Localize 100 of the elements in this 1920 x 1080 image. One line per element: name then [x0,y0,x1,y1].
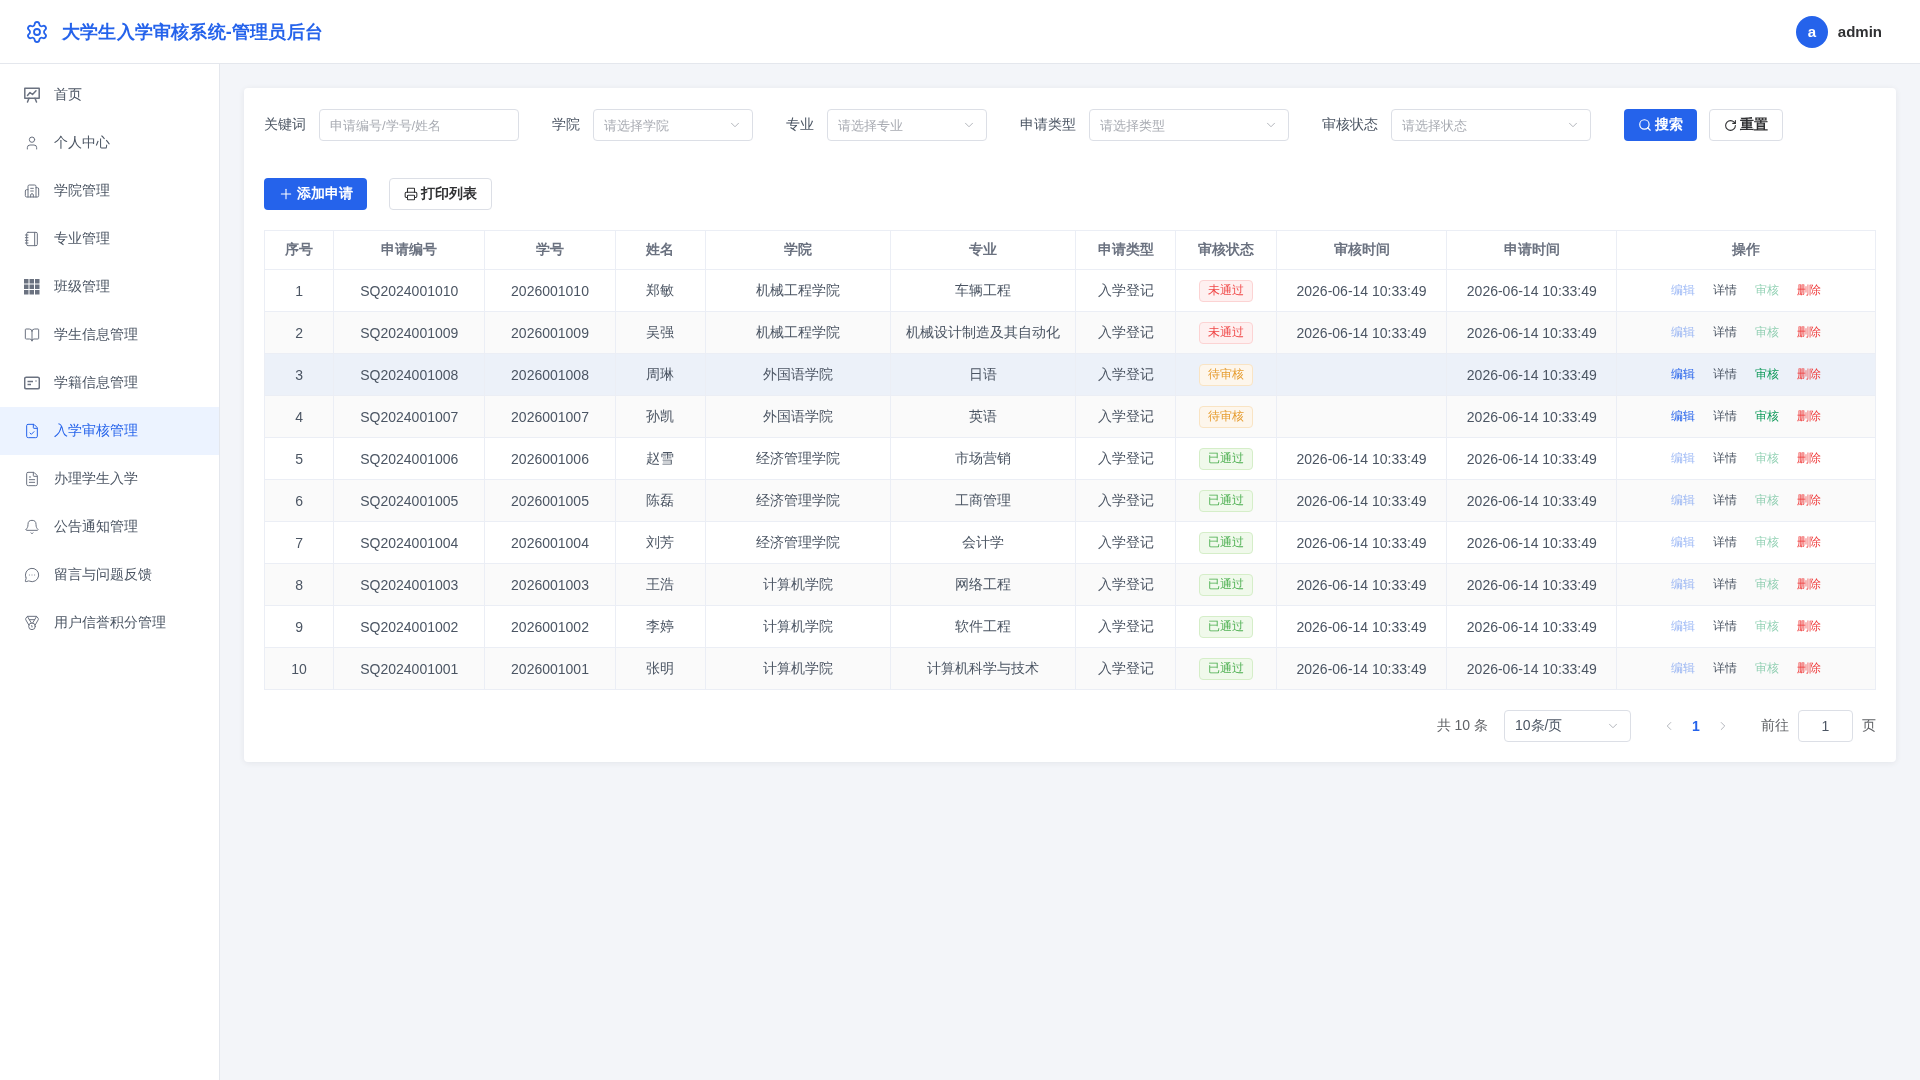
table-cell: 入学登记 [1076,353,1176,396]
column-header: 序号 [264,230,334,270]
details-link[interactable]: 详情 [1713,618,1738,635]
column-header: 操作 [1616,230,1876,270]
table-cell: 2026-06-14 10:33:49 [1446,269,1617,312]
column-header: 申请时间 [1446,230,1617,270]
delete-link[interactable]: 删除 [1797,576,1822,593]
delete-link[interactable]: 删除 [1797,660,1822,677]
printer-icon [404,187,418,201]
table-cell: 市场营销 [890,437,1076,480]
card-icon [24,375,40,391]
table-cell: 2026-06-14 10:33:49 [1276,563,1447,606]
details-link[interactable]: 详情 [1713,450,1738,467]
goto-label: 前往 [1761,717,1789,735]
status-tag: 待审核 [1198,363,1253,386]
table-cell: 2026-06-14 10:33:49 [1446,395,1617,438]
review-link[interactable]: 审核 [1755,408,1780,425]
table-cell: 计算机学院 [705,647,891,690]
table-cell: 计算机学院 [705,605,891,648]
sidebar-item[interactable]: 入学审核管理 [0,407,219,455]
delete-link[interactable]: 删除 [1797,408,1822,425]
details-link[interactable]: 详情 [1713,408,1738,425]
college-select[interactable]: 请选择学院 [593,109,753,141]
table-cell: 孙凯 [615,395,706,438]
type-select[interactable]: 请选择类型 [1089,109,1289,141]
table-cell: 计算机学院 [705,563,891,606]
review-link[interactable]: 审核 [1755,366,1780,383]
delete-link[interactable]: 删除 [1797,618,1822,635]
table-cell: 2026-06-14 10:33:49 [1276,521,1447,564]
table-cell: 郑敏 [615,269,706,312]
column-header: 专业 [890,230,1076,270]
details-link[interactable]: 详情 [1713,660,1738,677]
table-cell: 外国语学院 [705,353,891,396]
table-cell: 2026-06-14 10:33:49 [1446,479,1617,522]
table-cell: 9 [264,605,334,648]
page-size-select[interactable]: 10条/页 [1504,710,1631,742]
details-link[interactable]: 详情 [1713,366,1738,383]
delete-link[interactable]: 删除 [1797,492,1822,509]
table-cell: 会计学 [890,521,1076,564]
status-tag: 已通过 [1198,447,1253,470]
table-cell: 入学登记 [1076,605,1176,648]
table-cell: 入学登记 [1076,479,1176,522]
user-name[interactable]: admin [1837,23,1882,40]
details-link[interactable]: 详情 [1713,324,1738,341]
delete-link[interactable]: 删除 [1797,324,1822,341]
table-cell: 吴强 [615,311,706,354]
add-button[interactable]: 添加申请 [264,178,367,210]
user-avatar[interactable]: a [1795,15,1828,48]
field-label: 审核状态 [1322,116,1378,134]
column-header: 申请编号 [333,230,485,270]
column-header: 姓名 [615,230,706,270]
chat-bubble-icon [24,567,40,583]
edit-link[interactable]: 编辑 [1671,408,1696,425]
print-button[interactable]: 打印列表 [389,178,492,210]
table-cell: 2026001008 [484,353,616,396]
open-book-icon [24,327,40,343]
table-cell: 赵雪 [615,437,706,480]
table-cell: 2 [264,311,334,354]
table-cell: SQ2024001004 [333,521,485,564]
table-cell: 经济管理学院 [705,521,891,564]
table-cell: 机械工程学院 [705,269,891,312]
total-count: 共 10 条 [1436,717,1488,735]
status-tag: 已通过 [1198,531,1253,554]
details-link[interactable]: 详情 [1713,282,1738,299]
keyword-input[interactable]: 申请编号/学号/姓名 [319,109,519,141]
table-cell: 2026001006 [484,437,616,480]
details-link[interactable]: 详情 [1713,534,1738,551]
table-cell: 2026001002 [484,605,616,648]
major-select[interactable]: 请选择专业 [827,109,987,141]
details-link[interactable]: 详情 [1713,576,1738,593]
table-cell: 2026001005 [484,479,616,522]
status-tag: 已通过 [1198,615,1253,638]
status-select[interactable]: 请选择状态 [1391,109,1591,141]
table-cell: 陈磊 [615,479,706,522]
page-number[interactable]: 1 [1681,710,1711,742]
table-cell: SQ2024001005 [333,479,485,522]
details-link[interactable]: 详情 [1713,492,1738,509]
delete-link[interactable]: 删除 [1797,534,1822,551]
table-cell: 2026-06-14 10:33:49 [1446,353,1617,396]
page-jump-input[interactable]: 1 [1798,710,1853,742]
reset-button[interactable]: 重置 [1709,109,1783,141]
table-cell: 入学登记 [1076,269,1176,312]
status-tag: 已通过 [1198,489,1253,512]
bell-icon [24,519,40,535]
delete-link[interactable]: 删除 [1797,366,1822,383]
table-cell: 2026-06-14 10:33:49 [1446,647,1617,690]
search-button[interactable]: 搜索 [1624,109,1697,141]
delete-link[interactable]: 删除 [1797,282,1822,299]
table-cell: 2026001001 [484,647,616,690]
edit-link[interactable]: 编辑 [1671,366,1696,383]
table-cell: 2026-06-14 10:33:49 [1446,605,1617,648]
table-cell: 网络工程 [890,563,1076,606]
table-cell: 机械工程学院 [705,311,891,354]
table-cell: 2026-06-14 10:33:49 [1276,311,1447,354]
notebook-icon [24,231,40,247]
delete-link[interactable]: 删除 [1797,450,1822,467]
table-cell: 机械设计制造及其自动化 [890,311,1076,354]
table-cell: 7 [264,521,334,564]
table-cell: SQ2024001001 [333,647,485,690]
table-cell: 5 [264,437,334,480]
